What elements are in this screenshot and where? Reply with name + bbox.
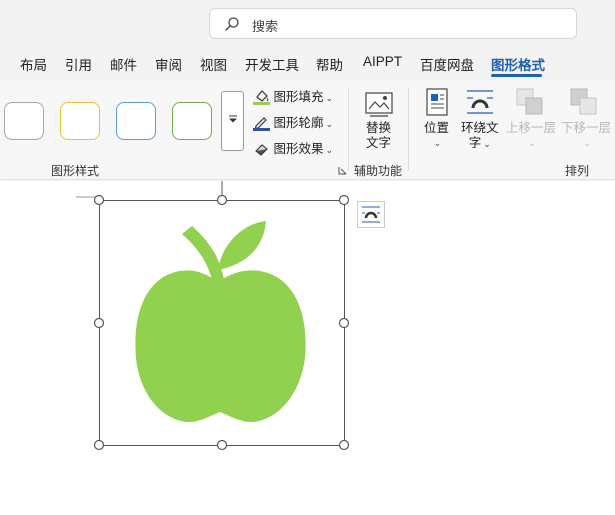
chevron-down-icon: ⌄ [433,138,442,148]
tab-developer[interactable]: 开发工具 [245,54,299,74]
group-label-shape-styles: 图形样式 [51,164,100,178]
shape-style-swatch-green[interactable] [172,102,212,140]
bring-forward-icon [516,88,543,115]
alt-text-button[interactable]: 替换 文字 [366,121,391,151]
shape-effects-button[interactable]: 图形效果 ⌄ [253,138,333,157]
tab-help[interactable]: 帮助 [316,54,343,74]
title-bar: 搜索 [0,0,615,46]
pen-outline-icon [253,117,270,131]
position-icon [426,88,448,116]
search-box[interactable]: 搜索 [209,8,577,39]
shape-fill-button[interactable]: 图形填充 ⌄ [253,86,333,105]
chevron-down-icon: ⌄ [483,139,491,149]
alt-text-label-line2: 文字 [366,136,392,150]
tab-baidu-netdisk[interactable]: 百度网盘 [420,54,474,74]
apple-leaf [218,221,266,270]
search-placeholder: 搜索 [252,19,279,34]
wrap-text-label-line2: 字 [468,136,482,150]
chevron-down-icon: ⌄ [583,138,591,148]
search-icon [225,17,239,31]
bring-forward-label: 上移一层 [506,121,557,135]
tab-view[interactable]: 视图 [200,54,227,74]
dialog-launcher-icon[interactable] [338,166,347,175]
send-backward-icon [570,88,597,115]
chevron-down-icon: ⌄ [325,93,334,103]
tab-aippt[interactable]: AIPPT [363,54,402,69]
group-separator [408,88,409,170]
position-button[interactable]: 位置 ⌄ [424,121,449,151]
group-label-arrange: 排列 [565,164,590,178]
send-backward-button[interactable]: 下移一层 ⌄ [561,121,611,151]
group-separator [348,88,349,170]
tab-mailings[interactable]: 邮件 [110,54,137,74]
shape-effects-label: 图形效果 [273,142,324,156]
paint-bucket-icon [253,90,270,105]
tab-references[interactable]: 引用 [65,54,92,74]
wrap-text-button[interactable]: 环绕文 字 ⌄ [461,121,499,152]
apple-body [135,270,306,423]
chevron-down-icon: ⌄ [325,119,334,129]
group-label-accessibility: 辅助功能 [354,164,403,178]
alt-text-label-line1: 替换 [366,121,392,135]
chevron-down-icon: ⌄ [528,138,536,148]
layout-options-icon [362,206,380,223]
shape-style-swatch-gray[interactable] [4,102,44,140]
shape-effects-icon [255,144,268,156]
bring-forward-button[interactable]: 上移一层 ⌄ [506,121,556,151]
apple-shape[interactable] [130,218,310,428]
shape-fill-label: 图形填充 [273,90,324,104]
gallery-expand-icon [229,115,237,123]
wrap-text-label-line1: 环绕文 [461,121,499,135]
gallery-more-button[interactable] [221,91,244,151]
layout-options-button[interactable] [357,201,385,228]
ribbon-panel: 图形填充 ⌄ 图形轮廓 ⌄ 图形效果 ⌄ 图形样式 替换 文字 辅助功能 位置 … [0,80,615,180]
shape-outline-label: 图形轮廓 [273,116,324,130]
shape-outline-button[interactable]: 图形轮廓 ⌄ [253,112,333,131]
position-label: 位置 [424,121,450,135]
alt-text-icon [365,92,393,117]
shape-style-swatch-blue[interactable] [116,102,156,140]
shape-style-swatch-gold[interactable] [60,102,100,140]
send-backward-label: 下移一层 [561,121,612,135]
wrap-text-icon [467,90,493,114]
tab-review[interactable]: 审阅 [155,54,182,74]
chevron-down-icon: ⌄ [325,145,334,155]
active-tab-indicator [491,74,542,77]
tab-shape-format[interactable]: 图形格式 [491,54,545,74]
tab-layout[interactable]: 布局 [20,54,47,74]
